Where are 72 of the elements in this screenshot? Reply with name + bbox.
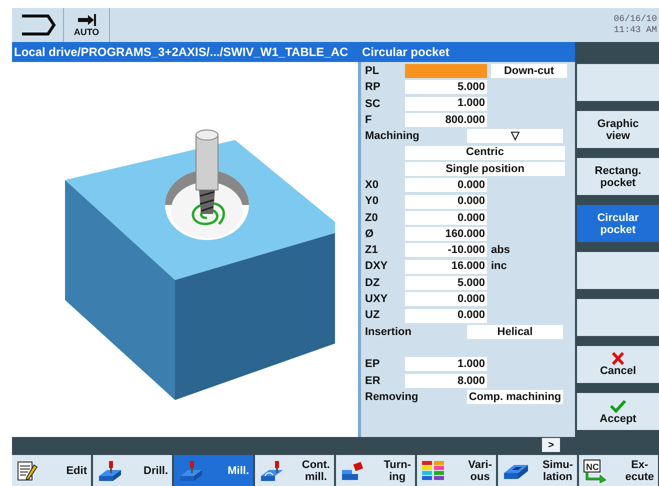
param-label: SC	[365, 96, 382, 112]
param-label: EP	[365, 357, 381, 372]
param-label: DXY	[365, 259, 389, 274]
color-grid-icon	[421, 460, 445, 482]
unit-label: inc	[491, 259, 507, 274]
softkey[interactable]: Mill.	[174, 455, 253, 486]
softkey[interactable]	[577, 64, 659, 101]
value-field[interactable]: 0.000	[405, 210, 487, 225]
value-field[interactable]: 8.000	[405, 374, 487, 388]
option-field[interactable]: Helical	[467, 324, 563, 339]
param-label: RP	[365, 80, 382, 96]
softkey[interactable]: Accept	[577, 393, 659, 430]
param-label: X0	[365, 178, 380, 193]
value-field[interactable]: 5.000	[405, 276, 487, 290]
value-field[interactable]: 800.000	[405, 113, 487, 128]
softkey[interactable]: Rectang. pocket	[577, 158, 659, 195]
check-icon	[609, 398, 627, 412]
form-title: Circular pocket	[361, 44, 450, 61]
softkey[interactable]: Cancel	[577, 346, 659, 383]
mode-label: AUTO	[74, 27, 100, 37]
softkey[interactable]: Graphic view	[577, 111, 659, 148]
value-field[interactable]: 16.000	[405, 260, 487, 274]
value-field[interactable]: 1.000	[405, 357, 487, 372]
arrow-into-bar-icon	[76, 13, 96, 27]
param-label: Ø	[365, 226, 375, 242]
option-field[interactable]: Comp. machining	[467, 390, 563, 404]
tool-block-icon	[178, 460, 204, 482]
more-button[interactable]: >	[542, 438, 560, 452]
param-label: PL	[365, 64, 380, 79]
param-label: Insertion	[365, 324, 412, 340]
param-label: Z1	[365, 243, 379, 258]
softkey[interactable]: NC Ex- ecute	[579, 455, 658, 486]
value-field[interactable]: 160.000	[405, 227, 487, 242]
value-field[interactable]: -10.000	[405, 243, 487, 258]
param-label: DZ	[365, 276, 381, 291]
path-text: Local drive/PROGRAMS_3+2AXIS/.../SWIV_W1_TABLE_AC	[13, 44, 350, 61]
value-field[interactable]: 0.000	[405, 292, 487, 306]
softkey[interactable]	[577, 299, 659, 336]
param-label: F	[365, 112, 373, 128]
option-field[interactable]: Centric	[405, 146, 565, 160]
softkey[interactable]: Circular pocket	[577, 205, 659, 242]
param-label: Y0	[365, 194, 380, 210]
softkey[interactable]	[577, 252, 659, 289]
tool-block-icon	[259, 460, 285, 482]
value-field[interactable]: 5.000	[405, 80, 487, 94]
param-label: Z0	[365, 210, 379, 226]
softkey[interactable]: Drill.	[93, 455, 172, 486]
param-label: UZ	[365, 308, 381, 324]
param-label: Machining	[365, 129, 420, 144]
param-label: Removing	[365, 390, 418, 405]
date-text: 06/16/10	[614, 14, 657, 25]
unit-label: abs	[491, 243, 510, 258]
param-label: UXY	[365, 292, 389, 308]
option-field[interactable]: Down-cut	[491, 64, 567, 78]
value-field[interactable]	[405, 64, 487, 78]
value-field[interactable]: 0.000	[405, 194, 487, 209]
value-field[interactable]: 0.000	[405, 308, 487, 323]
option-field[interactable]: ▽	[467, 129, 563, 144]
value-field[interactable]: 1.000	[405, 96, 487, 111]
softkey[interactable]: Edit	[12, 455, 91, 486]
softkey[interactable]: Vari- ous	[417, 455, 496, 486]
softkey[interactable]: Turn- ing	[336, 455, 415, 486]
param-label: ER	[365, 374, 382, 389]
time-text: 11:43 AM	[614, 25, 657, 36]
lathe-part-icon	[340, 460, 366, 482]
cross-icon	[611, 352, 625, 365]
notepad-pencil-icon	[16, 460, 38, 482]
tool-block-icon	[97, 460, 123, 482]
value-field[interactable]: 0.000	[405, 178, 487, 192]
softkey[interactable]: Simu- lation	[498, 455, 577, 486]
softkey[interactable]: Cont. mill.	[255, 455, 334, 486]
option-field[interactable]: Single position	[405, 162, 565, 176]
